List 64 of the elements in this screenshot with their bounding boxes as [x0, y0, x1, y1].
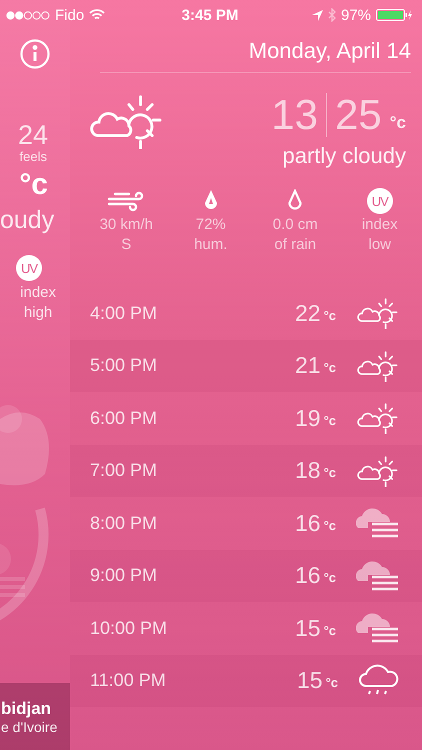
uv-index-text: high: [24, 303, 52, 323]
hour-time: 11:00 PM: [90, 670, 167, 692]
location-icon: [312, 10, 323, 20]
city-name: bidjan: [1, 698, 52, 718]
country-name: e d'Ivoire: [1, 718, 58, 734]
uv-badge: UV: [16, 255, 42, 281]
info-icon[interactable]: [19, 38, 51, 70]
detail-text: of rain: [274, 235, 316, 255]
uv-index-text: index: [20, 283, 56, 303]
high-temperature: 25: [335, 94, 382, 136]
hour-temperature: 22: [294, 300, 321, 327]
temperature-unit: °c: [324, 360, 336, 376]
signal-icon: [6, 10, 50, 20]
hour-time: 7:00 PM: [90, 460, 158, 482]
feels-temperature: 24: [18, 122, 48, 149]
temperature-unit: °c: [324, 518, 336, 533]
hour-temperature: 21: [294, 352, 321, 380]
partly-cloudy-icon: [356, 297, 400, 330]
wind-icon: [107, 190, 146, 212]
battery-icon: [376, 9, 414, 21]
bluetooth-icon: [328, 8, 336, 22]
hour-temperature: 15: [294, 614, 321, 642]
hour-temperature: 16: [294, 562, 321, 590]
carrier-name: Fido: [55, 6, 84, 24]
detail-text: 0.0 cm: [272, 215, 318, 235]
detail-text: 30 km/h: [100, 215, 153, 235]
detail-text: index: [362, 215, 398, 235]
fog-icon: [356, 508, 400, 538]
partly-cloudy-icon: [356, 350, 400, 382]
temperature-unit: °c: [324, 622, 336, 638]
partly-cloudy-icon: [356, 402, 400, 434]
temperature-unit: °c: [324, 308, 336, 323]
status-time: 3:45 PM: [182, 6, 238, 24]
fog-icon: [356, 560, 400, 591]
hour-time: 8:00 PM: [90, 512, 158, 534]
feels-label: feels: [20, 149, 47, 164]
detail-text: hum.: [194, 235, 228, 255]
hour-temperature: 19: [294, 404, 321, 432]
fog-icon: [356, 613, 400, 644]
hour-temperature: 18: [294, 457, 321, 484]
low-temperature: 13: [271, 94, 318, 136]
temperature-unit: °c: [324, 465, 336, 480]
hour-temperature: 15: [296, 667, 323, 694]
temperature-unit: °c: [324, 412, 336, 428]
hour-temperature: 16: [294, 510, 321, 537]
hour-time: 10:00 PM: [90, 618, 168, 639]
hour-time: 6:00 PM: [90, 408, 158, 429]
hour-time: 4:00 PM: [90, 302, 158, 324]
condition-text: partly cloudy: [282, 143, 406, 169]
temperature-unit: °c: [326, 675, 338, 690]
temperature-unit: °c: [390, 113, 406, 133]
hour-time: 9:00 PM: [90, 565, 158, 586]
condition-text: oudy: [0, 206, 54, 235]
detail-text: S: [121, 235, 132, 255]
temperature-unit: °c: [19, 170, 48, 200]
hour-time: 5:00 PM: [90, 355, 158, 376]
date-heading: Monday, April 14: [248, 38, 411, 64]
detail-text: 72%: [196, 215, 226, 235]
uv-badge: UV: [366, 188, 393, 214]
temperature-unit: °c: [324, 570, 336, 586]
battery-percent: 97%: [340, 6, 372, 24]
partly-cloudy-icon: [356, 454, 400, 487]
detail-text: low: [368, 235, 391, 255]
wifi-icon: [89, 9, 106, 21]
